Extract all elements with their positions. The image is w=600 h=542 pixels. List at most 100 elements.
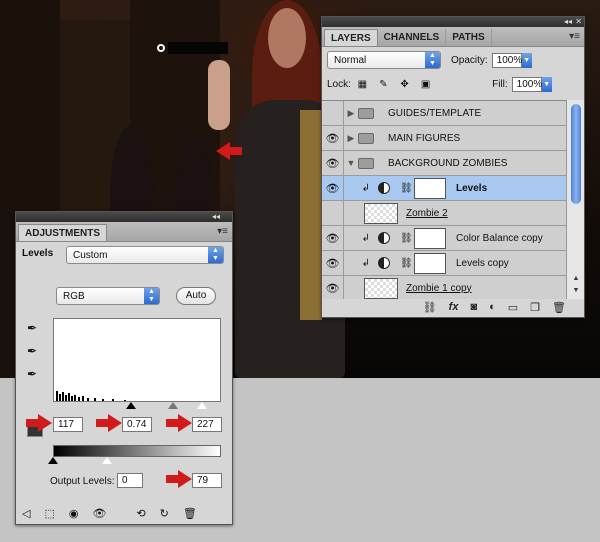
- layer-thumbnail[interactable]: [364, 202, 398, 224]
- new-layer-icon[interactable]: ❐: [530, 301, 540, 314]
- output-gradient-bar: [53, 445, 221, 457]
- reset-icon[interactable]: ↻: [160, 507, 169, 520]
- fill-input[interactable]: 100%: [511, 76, 542, 92]
- scroll-thumb[interactable]: [571, 104, 581, 204]
- input-white-field[interactable]: 227: [192, 417, 222, 432]
- collapse-triangle-icon[interactable]: ▼: [344, 158, 358, 168]
- histogram-bar: [74, 395, 76, 401]
- eye-icon[interactable]: 👁: [322, 126, 344, 150]
- chain-link-icon[interactable]: ⛓: [400, 258, 413, 269]
- auto-button[interactable]: Auto: [176, 287, 216, 305]
- panel-titlebar[interactable]: ◂◂: [16, 212, 232, 222]
- opacity-dropdown-icon[interactable]: ▼: [521, 52, 532, 68]
- folder-icon: [358, 132, 374, 144]
- lock-move-icon[interactable]: ✥: [398, 78, 411, 91]
- adjustments-panel: ◂◂ ADJUSTMENTS ▾≡ Levels Custom ▲ ▼ RGB ▲…: [15, 211, 233, 525]
- fill-label: Fill:: [492, 78, 508, 90]
- collapse-icon[interactable]: ◂◂: [212, 212, 220, 222]
- eyedropper-gray-icon[interactable]: ✒: [27, 344, 41, 358]
- trash-icon[interactable]: 🗑: [552, 301, 566, 314]
- adjustment-layer-icon: [378, 182, 390, 194]
- close-icon[interactable]: ✕: [575, 17, 582, 27]
- input-black-slider[interactable]: [126, 402, 136, 409]
- previous-state-icon[interactable]: ⟲: [136, 507, 145, 520]
- layer-row-color-balance-copy[interactable]: 👁 ↲ ⛓ Color Balance copy: [322, 226, 568, 251]
- fill-dropdown-icon[interactable]: ▼: [541, 76, 552, 92]
- input-gamma-field[interactable]: 0.74: [122, 417, 152, 432]
- layer-row-guides[interactable]: ▶ GUIDES/TEMPLATE: [322, 101, 568, 126]
- layer-name: Color Balance copy: [456, 232, 543, 244]
- tab-adjustments[interactable]: ADJUSTMENTS: [18, 224, 108, 241]
- preset-select[interactable]: Custom ▲ ▼: [66, 246, 224, 264]
- output-black-field[interactable]: 0: [117, 473, 143, 488]
- coat-lining: [300, 110, 322, 320]
- panel-titlebar[interactable]: ◂◂ ✕: [322, 17, 584, 27]
- scroll-up-icon[interactable]: ▲: [567, 275, 585, 287]
- layer-mask-thumbnail[interactable]: [414, 252, 446, 274]
- fx-icon[interactable]: fx: [449, 301, 459, 313]
- input-black-field[interactable]: 117: [53, 417, 83, 432]
- trash-icon[interactable]: 🗑: [183, 507, 197, 520]
- layer-row-levels[interactable]: 👁 ↲ ⛓ Levels: [322, 176, 568, 201]
- eye-icon[interactable]: 👁: [92, 507, 106, 520]
- eye-icon[interactable]: 👁: [322, 176, 344, 200]
- add-mask-icon[interactable]: ◙: [470, 301, 477, 313]
- channel-select[interactable]: RGB ▲ ▼: [56, 287, 160, 305]
- collapse-icon[interactable]: ◂◂: [564, 17, 572, 27]
- output-white-slider[interactable]: [102, 457, 112, 464]
- clip-arrow-icon: ↲: [361, 182, 370, 194]
- eye-icon[interactable]: 👁: [322, 226, 344, 250]
- eye-icon[interactable]: 👁: [322, 251, 344, 275]
- eyedropper-white-icon[interactable]: ✒: [27, 367, 41, 381]
- layer-name: Zombie 2: [406, 207, 448, 219]
- panel-menu-icon[interactable]: ▾≡: [569, 31, 580, 42]
- histogram-bar: [65, 395, 67, 401]
- output-black-slider[interactable]: [48, 457, 58, 464]
- lock-transparent-icon[interactable]: ▦: [356, 78, 369, 91]
- blend-mode-select[interactable]: Normal ▲ ▼: [327, 51, 441, 69]
- layer-name: BACKGROUND ZOMBIES: [388, 157, 508, 169]
- visibility-toggle[interactable]: [322, 201, 344, 225]
- input-gamma-slider[interactable]: [168, 402, 178, 409]
- new-group-icon[interactable]: ▭: [508, 301, 518, 314]
- histogram-bar: [102, 399, 104, 401]
- eye-icon[interactable]: 👁: [322, 276, 344, 299]
- layer-thumbnail[interactable]: [364, 277, 398, 299]
- expand-triangle-icon[interactable]: ▶: [344, 108, 358, 119]
- chevron-updown-icon: ▲ ▼: [144, 288, 159, 304]
- lock-all-icon[interactable]: ▣: [419, 78, 432, 91]
- chain-link-icon[interactable]: ⛓: [400, 183, 413, 194]
- lock-brush-icon[interactable]: ✎: [377, 78, 390, 91]
- histogram-bar: [87, 398, 89, 401]
- eyedropper-black-icon[interactable]: ✒: [27, 321, 41, 335]
- eye-icon[interactable]: 👁: [322, 151, 344, 175]
- input-white-slider[interactable]: [197, 402, 207, 409]
- tab-layers[interactable]: LAYERS: [324, 29, 378, 46]
- panel-menu-icon[interactable]: ▾≡: [217, 226, 228, 237]
- output-white-field[interactable]: 79: [192, 473, 222, 488]
- chain-link-icon[interactable]: ⛓: [400, 233, 413, 244]
- new-adjustment-icon[interactable]: ◐: [489, 301, 496, 313]
- layers-scrollbar[interactable]: ▲ ▼: [566, 100, 584, 299]
- histogram-bar: [94, 398, 96, 401]
- layer-mask-thumbnail[interactable]: [414, 177, 446, 199]
- layer-row-zombie-1-copy[interactable]: 👁 Zombie 1 copy: [322, 276, 568, 299]
- opacity-input[interactable]: 100%: [491, 52, 522, 68]
- tab-paths[interactable]: PATHS: [446, 29, 492, 46]
- brush-cursor: [157, 44, 165, 52]
- clip-to-layer-icon[interactable]: ◉: [69, 507, 79, 520]
- visibility-toggle[interactable]: [322, 101, 344, 125]
- layer-mask-thumbnail[interactable]: [414, 227, 446, 249]
- adjustments-bottom-toolbar: ◁ ⬚ ◉ 👁 ⟲ ↻ 🗑: [16, 502, 232, 524]
- tab-channels[interactable]: CHANNELS: [378, 29, 447, 46]
- layer-row-zombie-2[interactable]: Zombie 2: [322, 201, 568, 226]
- layer-row-levels-copy[interactable]: 👁 ↲ ⛓ Levels copy: [322, 251, 568, 276]
- link-layers-icon[interactable]: ⛓: [423, 301, 437, 314]
- back-arrow-icon[interactable]: ◁: [22, 507, 30, 520]
- layer-row-main-figures[interactable]: 👁 ▶ MAIN FIGURES: [322, 126, 568, 151]
- expand-triangle-icon[interactable]: ▶: [344, 133, 358, 144]
- expand-view-icon[interactable]: ⬚: [44, 507, 54, 520]
- histogram-bar: [59, 394, 61, 401]
- adjustment-type-label: Levels: [22, 248, 54, 259]
- layer-row-background-zombies[interactable]: 👁 ▼ BACKGROUND ZOMBIES: [322, 151, 568, 176]
